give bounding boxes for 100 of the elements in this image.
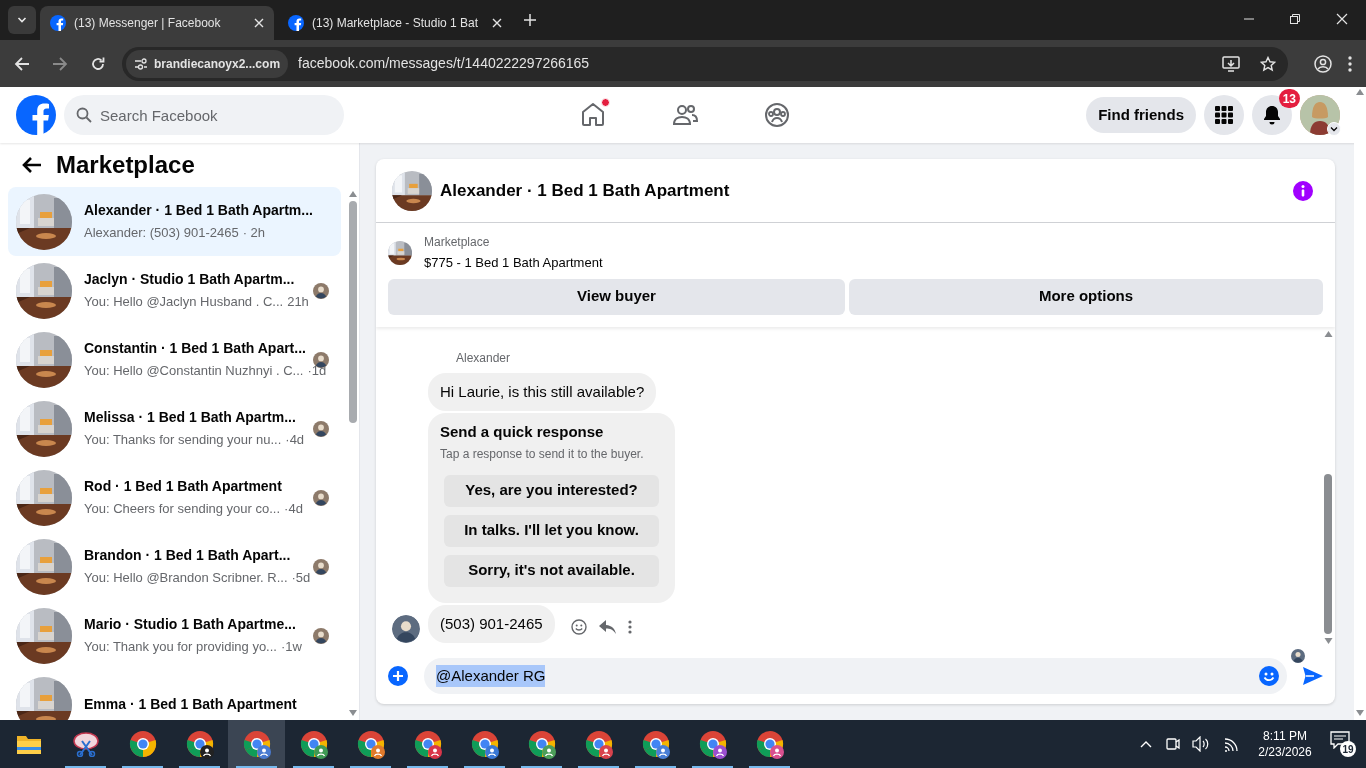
add-icon[interactable] bbox=[388, 666, 408, 686]
conversation-item[interactable]: Alexander · 1 Bed 1 Bath Apartm... Alexander: (503) 901-2465 · 2h bbox=[8, 187, 341, 256]
message-preview: You: Thank you for providing yo... bbox=[84, 638, 277, 657]
view-buyer-button[interactable]: View buyer bbox=[388, 278, 845, 315]
conversation-title: Jaclyn · Studio 1 Bath Apartm... bbox=[84, 270, 296, 290]
notifications-button[interactable]: 19 bbox=[1330, 731, 1356, 757]
facebook-icon bbox=[50, 15, 66, 31]
conversation-item[interactable]: Mario · Studio 1 Bath Apartme... You: Thank you for providing yo... ·1w bbox=[8, 601, 341, 670]
find-friends-button[interactable]: Find friends bbox=[1086, 97, 1196, 133]
quick-response-button[interactable]: Sorry, it's not available. bbox=[444, 554, 659, 587]
browser-icon bbox=[128, 730, 157, 758]
emoji-icon[interactable] bbox=[1259, 666, 1279, 686]
conversation-item[interactable]: Melissa · 1 Bed 1 Bath Apartm... You: Thanks for sending your nu... ·4d bbox=[8, 394, 341, 463]
volume-icon[interactable] bbox=[1192, 736, 1210, 752]
conversation-title: Emma · 1 Bed 1 Bath Apartment bbox=[84, 695, 298, 714]
conversation-title: Mario · Studio 1 Bath Apartme... bbox=[84, 615, 297, 635]
search-field[interactable]: Search Facebook bbox=[64, 95, 344, 135]
avatar bbox=[313, 627, 329, 644]
scrollbar-thumb[interactable] bbox=[1324, 474, 1332, 634]
scrollbar-thumb[interactable] bbox=[349, 201, 357, 423]
avatar bbox=[313, 282, 329, 299]
scroll-down-icon[interactable] bbox=[1323, 638, 1333, 644]
scroll-down-icon[interactable] bbox=[349, 710, 357, 716]
conversation-item[interactable]: Constantin · 1 Bed 1 Bath Apart... You: Hello @Constantin Nuzhnyi . C... ·1d bbox=[8, 325, 341, 394]
back-icon[interactable] bbox=[14, 55, 30, 72]
message-bubble: Hi Laurie, is this still available? bbox=[428, 372, 657, 411]
message-preview: You: Hello @Brandon Scribner. R... bbox=[84, 569, 288, 588]
tab-list-button[interactable] bbox=[8, 6, 36, 34]
chat-title: Alexander · 1 Bed 1 Bath Apartment bbox=[440, 179, 731, 202]
scissors-icon bbox=[71, 731, 100, 757]
close-icon[interactable] bbox=[254, 18, 264, 28]
menu-icon[interactable] bbox=[1348, 55, 1352, 72]
avatar bbox=[313, 489, 329, 506]
folder-icon bbox=[15, 733, 42, 755]
reply-icon[interactable] bbox=[598, 620, 616, 634]
scroll-up-icon[interactable] bbox=[349, 191, 357, 197]
message-time: 21h bbox=[287, 293, 309, 312]
grid-icon bbox=[1215, 106, 1233, 124]
tab-title: (13) Marketplace - Studio 1 Bat bbox=[312, 15, 480, 32]
chevron-up-icon[interactable] bbox=[1140, 740, 1152, 748]
star-icon[interactable] bbox=[1260, 55, 1276, 72]
facebook-icon bbox=[288, 15, 304, 31]
back-arrow-icon[interactable] bbox=[22, 156, 42, 174]
site-info-chip[interactable]: brandiecanoyx2...com bbox=[126, 49, 289, 78]
quick-response-title: Send a quick response bbox=[440, 422, 605, 442]
clock[interactable]: 8:11 PM 2/23/2026 bbox=[1254, 728, 1316, 760]
conversation-title: Alexander · 1 Bed 1 Bath Apartm... bbox=[84, 201, 314, 221]
profile-icon[interactable] bbox=[1314, 54, 1332, 73]
menu-button[interactable] bbox=[1204, 95, 1244, 135]
message-preview: Alexander: (503) 901-2465 bbox=[84, 224, 239, 243]
address-bar[interactable]: brandiecanoyx2...com facebook.com/messages/t/1440222297266165 bbox=[122, 46, 1288, 81]
conversation-item[interactable]: Rod · 1 Bed 1 Bath Apartment You: Cheers for sending your co... ·4d bbox=[8, 463, 341, 532]
info-icon[interactable] bbox=[1293, 180, 1313, 201]
bell-icon bbox=[1262, 105, 1282, 125]
chevron-down-icon[interactable] bbox=[1327, 122, 1341, 136]
account-avatar[interactable] bbox=[1300, 95, 1340, 135]
message-preview: You: Thanks for sending your nu... bbox=[84, 431, 282, 450]
message-preview: You: Cheers for sending your co... bbox=[84, 500, 281, 519]
wifi-icon[interactable] bbox=[1224, 736, 1240, 752]
quick-response-button[interactable]: Yes, are you interested? bbox=[444, 474, 659, 507]
sender-name: Alexander bbox=[456, 349, 511, 367]
notification-count: 19 bbox=[1340, 741, 1356, 757]
avatar bbox=[313, 558, 329, 575]
message-time: ·4d bbox=[284, 500, 303, 519]
message-field[interactable]: @Alexander RG bbox=[424, 658, 1287, 694]
message-preview: You: Hello @Jaclyn Husband . C... bbox=[84, 293, 284, 312]
forward-icon[interactable] bbox=[52, 55, 68, 72]
close-icon[interactable] bbox=[1336, 13, 1348, 25]
more-icon[interactable] bbox=[627, 620, 632, 634]
scroll-down-icon[interactable] bbox=[1356, 710, 1364, 716]
new-tab-icon[interactable] bbox=[524, 14, 536, 26]
scroll-up-icon[interactable] bbox=[1323, 330, 1333, 337]
taskbar-app-button[interactable] bbox=[228, 720, 285, 768]
reload-icon[interactable] bbox=[90, 55, 106, 72]
message-time: ·1d bbox=[307, 362, 327, 381]
quick-response-button[interactable]: In talks. I'll let you know. bbox=[444, 514, 659, 547]
more-options-button[interactable]: More options bbox=[849, 278, 1323, 315]
sidebar-title: Marketplace bbox=[56, 150, 195, 180]
quick-response-hint: Tap a response to send it to the buyer. bbox=[440, 445, 645, 463]
conversation-item[interactable]: Brandon · 1 Bed 1 Bath Apart... You: Hello @Brandon Scribner. R... ·5d bbox=[8, 532, 341, 601]
conversation-title: Brandon · 1 Bed 1 Bath Apart... bbox=[84, 546, 292, 566]
message-time: ·4d bbox=[285, 431, 305, 450]
clock-date: 2/23/2026 bbox=[1258, 744, 1312, 760]
browser-tab[interactable]: (13) Messenger | Facebook bbox=[40, 6, 274, 40]
facebook-logo[interactable] bbox=[16, 95, 56, 135]
message-time: · 2h bbox=[242, 224, 266, 243]
conversation-item[interactable]: Jaclyn · Studio 1 Bath Apartm... You: Hello @Jaclyn Husband . C... 21h bbox=[8, 256, 341, 325]
groups-icon[interactable] bbox=[763, 101, 792, 129]
avatar bbox=[313, 351, 329, 368]
close-icon[interactable] bbox=[492, 18, 502, 28]
send-icon[interactable] bbox=[1303, 667, 1323, 685]
browser-tab[interactable]: (13) Marketplace - Studio 1 Bat bbox=[278, 6, 512, 40]
restore-icon[interactable] bbox=[1290, 14, 1300, 24]
install-icon[interactable] bbox=[1222, 55, 1240, 72]
avatar bbox=[313, 420, 329, 437]
tune-icon bbox=[134, 56, 148, 71]
emoji-icon[interactable] bbox=[570, 619, 587, 635]
camera-icon[interactable] bbox=[1166, 736, 1180, 752]
scroll-up-icon[interactable] bbox=[1356, 89, 1364, 95]
clock-time: 8:11 PM bbox=[1263, 728, 1307, 744]
